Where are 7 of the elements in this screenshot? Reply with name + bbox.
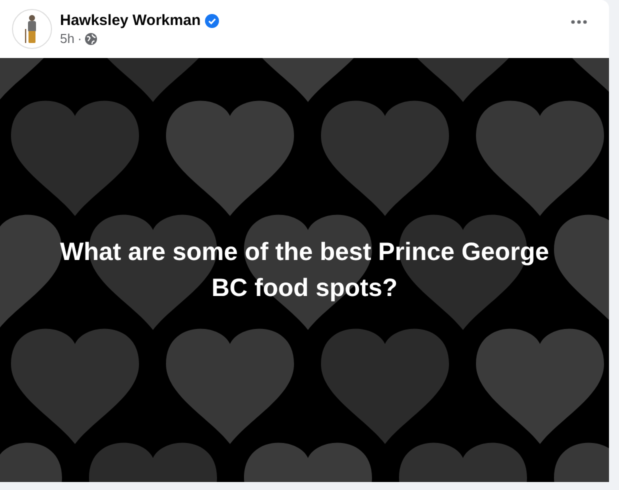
more-icon — [571, 20, 587, 24]
avatar[interactable] — [12, 9, 52, 49]
globe-icon — [84, 32, 97, 44]
post-text: What are some of the best Prince George BC food spots? — [58, 237, 550, 304]
separator: · — [77, 31, 82, 46]
post-time[interactable]: 5h — [60, 31, 74, 46]
author-name[interactable]: Hawksley Workman — [60, 12, 201, 29]
